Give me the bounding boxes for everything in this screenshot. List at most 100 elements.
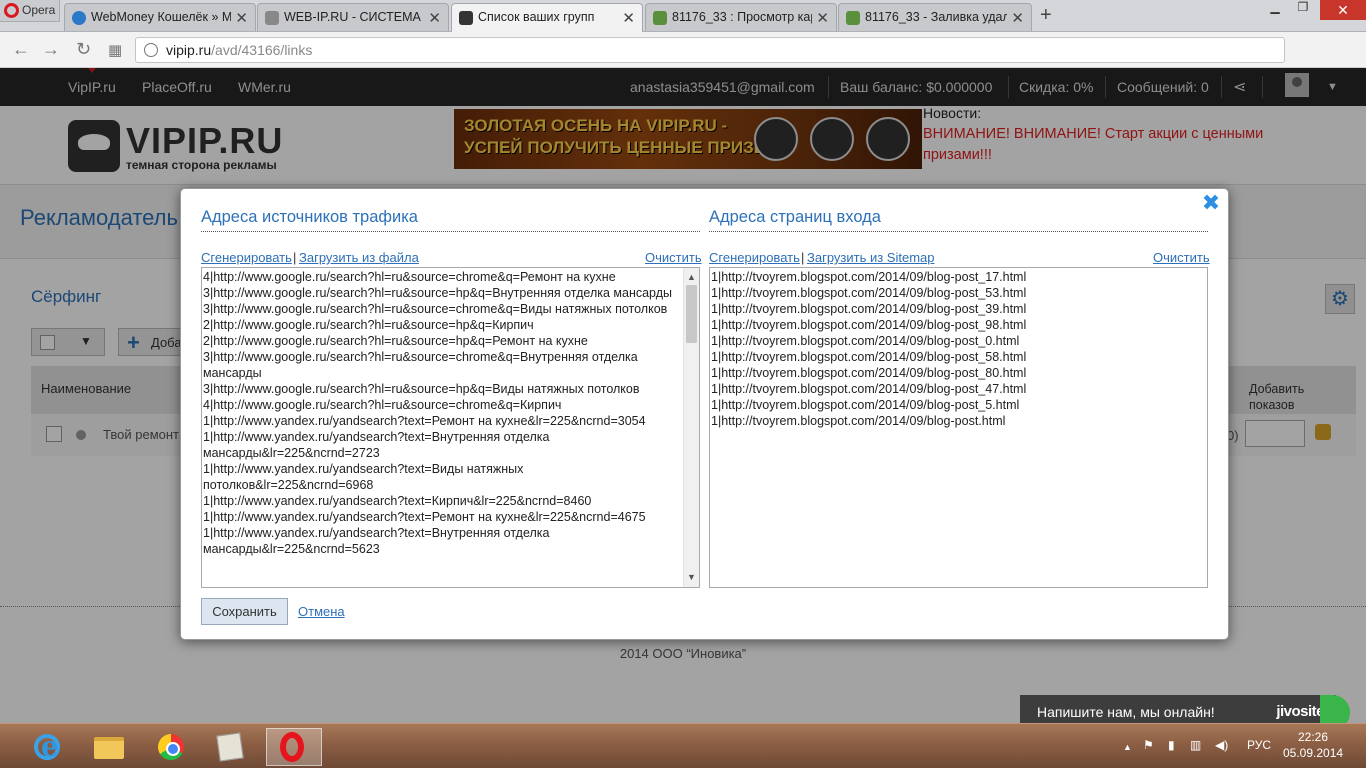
close-tab-icon[interactable]: ✕ <box>235 9 248 27</box>
windows-taskbar: ▲ ⚑ ▮ ▥ ◀) РУС 22:26 05.09.2014 <box>0 723 1366 768</box>
vipip-favicon-icon <box>459 11 473 25</box>
url-line: 3|http://www.google.ru/search?hl=ru&sour… <box>203 382 640 396</box>
clock-date: 05.09.2014 <box>1283 746 1344 760</box>
keyboard-language[interactable]: РУС <box>1247 738 1271 752</box>
url-line: 1|http://www.yandex.ru/yandsearch?text=Р… <box>203 414 646 428</box>
entry-pages-title: Адреса страниц входа <box>709 208 881 226</box>
title-underline <box>709 231 1208 232</box>
url-line: 1|http://tvoyrem.blogspot.com/2014/09/bl… <box>711 302 1027 316</box>
clear-entries-link[interactable]: Очистить <box>1153 250 1210 265</box>
back-icon[interactable]: ← <box>12 39 30 60</box>
opera-menu-label: Opera <box>22 3 56 17</box>
address-bar-area: ← → ↻ ▦ vipip.ru/avd/43166/links ♥ ⬇ <box>0 32 1366 92</box>
scroll-down-icon[interactable]: ▼ <box>687 569 696 585</box>
tab-group-list[interactable]: Список ваших групп ✕ <box>451 3 643 32</box>
tab-title: WEB-IP.RU - СИСТЕМА АКТ <box>284 10 424 24</box>
url-line: 1|http://tvoyrem.blogspot.com/2014/09/bl… <box>711 350 1027 364</box>
system-clock[interactable]: 22:26 05.09.2014 <box>1283 729 1343 761</box>
url-line: 1|http://www.yandex.ru/yandsearch?text=В… <box>203 462 524 492</box>
reload-icon[interactable]: ↻ <box>76 39 91 60</box>
cancel-link[interactable]: Отмена <box>298 604 345 619</box>
url-line: 3|http://www.google.ru/search?hl=ru&sour… <box>203 350 638 380</box>
chrome-icon <box>158 734 184 760</box>
save-button[interactable]: Сохранить <box>201 598 288 625</box>
taskbar-opera[interactable] <box>266 728 322 766</box>
folder-icon <box>94 737 124 759</box>
url-line: 1|http://tvoyrem.blogspot.com/2014/09/bl… <box>711 366 1027 380</box>
scroll-up-icon[interactable]: ▲ <box>687 269 696 285</box>
url-line: 1|http://tvoyrem.blogspot.com/2014/09/bl… <box>711 286 1027 300</box>
url-line: 1|http://www.yandex.ru/yandsearch?text=К… <box>203 494 592 508</box>
network-icon[interactable]: ▥ <box>1190 738 1201 752</box>
new-tab-button[interactable]: + <box>1040 4 1052 27</box>
url-line: 1|http://tvoyrem.blogspot.com/2014/09/bl… <box>711 270 1027 284</box>
url-line: 4|http://www.google.ru/search?hl=ru&sour… <box>203 398 562 412</box>
close-tab-icon[interactable]: ✕ <box>816 9 829 27</box>
browser-tab-strip: Opera WebMoney Кошелёк » Мо ✕ WEB-IP.RU … <box>0 0 1366 32</box>
taskbar-chrome[interactable] <box>144 728 194 766</box>
url-line: 1|http://tvoyrem.blogspot.com/2014/09/bl… <box>711 334 1020 348</box>
speed-dial-icon[interactable]: ▦ <box>108 41 122 59</box>
url-line: 1|http://tvoyrem.blogspot.com/2014/09/bl… <box>711 318 1027 332</box>
site-favicon-icon <box>846 11 860 25</box>
scrollbar[interactable]: ▲ ▼ <box>683 268 699 587</box>
window-close-button[interactable]: ✕ <box>1320 0 1366 20</box>
taskbar-paint[interactable] <box>204 728 254 766</box>
tab-card-view[interactable]: 81176_33 : Просмотр карт ✕ <box>645 3 837 31</box>
close-tab-icon[interactable]: ✕ <box>622 9 635 27</box>
internet-explorer-icon <box>34 730 60 763</box>
link-separator: | <box>293 250 297 265</box>
chat-brand: jivosite <box>1276 703 1324 720</box>
restore-button[interactable]: ❐ <box>1290 0 1316 20</box>
url-host: vipip.ru <box>166 42 212 58</box>
clear-sources-link[interactable]: Очистить <box>645 250 702 265</box>
flag-icon[interactable]: ⚑ <box>1143 738 1154 752</box>
globe-icon <box>72 11 86 25</box>
minimize-button[interactable]: ▁ <box>1262 0 1288 20</box>
links-dialog: ✖ Адреса источников трафика Сгенерироват… <box>180 188 1229 640</box>
url-line: 3|http://www.google.ru/search?hl=ru&sour… <box>203 286 673 300</box>
traffic-sources-title: Адреса источников трафика <box>201 208 418 226</box>
scroll-thumb[interactable] <box>686 285 697 343</box>
url-line: 1|http://www.yandex.ru/yandsearch?text=В… <box>203 430 550 460</box>
tray-expand-icon[interactable]: ▲ <box>1123 742 1132 752</box>
url-line: 1|http://www.yandex.ru/yandsearch?text=В… <box>203 526 550 556</box>
url-path: /avd/43166/links <box>211 42 313 58</box>
battery-icon[interactable]: ▮ <box>1168 738 1175 752</box>
forward-icon[interactable]: → <box>42 39 60 60</box>
opera-logo-icon <box>4 3 19 18</box>
close-tab-icon[interactable]: ✕ <box>428 9 441 27</box>
url-line: 4|http://www.google.ru/search?hl=ru&sour… <box>203 270 616 284</box>
sources-list: 4|http://www.google.ru/search?hl=ru&sour… <box>203 269 681 557</box>
upload-file-link[interactable]: Загрузить из файла <box>299 250 419 265</box>
tab-remote-upload[interactable]: 81176_33 - Заливка удалё ✕ <box>838 3 1032 31</box>
site-favicon-icon <box>265 11 279 25</box>
traffic-sources-textarea[interactable]: 4|http://www.google.ru/search?hl=ru&sour… <box>201 267 700 588</box>
opera-menu-button[interactable]: Opera <box>0 0 60 22</box>
opera-icon <box>280 732 304 762</box>
generate-sources-link[interactable]: Сгенерировать <box>201 250 292 265</box>
site-info-icon[interactable] <box>144 43 158 57</box>
site-favicon-icon <box>653 11 667 25</box>
tab-webmoney[interactable]: WebMoney Кошелёк » Мо ✕ <box>64 3 256 31</box>
taskbar-ie[interactable] <box>20 728 70 766</box>
link-separator: | <box>801 250 805 265</box>
chat-label: Напишите нам, мы онлайн! <box>1037 704 1215 720</box>
title-underline <box>201 231 700 232</box>
entry-pages-textarea[interactable]: 1|http://tvoyrem.blogspot.com/2014/09/bl… <box>709 267 1208 588</box>
close-tab-icon[interactable]: ✕ <box>1011 9 1024 27</box>
tab-title: WebMoney Кошелёк » Мо <box>91 10 231 24</box>
entries-list: 1|http://tvoyrem.blogspot.com/2014/09/bl… <box>711 269 1206 429</box>
url-line: 1|http://www.yandex.ru/yandsearch?text=Р… <box>203 510 646 524</box>
generate-entries-link[interactable]: Сгенерировать <box>709 250 800 265</box>
clock-time: 22:26 <box>1297 730 1329 744</box>
tab-title: Список ваших групп <box>478 10 595 24</box>
taskbar-explorer[interactable] <box>82 728 132 766</box>
upload-sitemap-link[interactable]: Загрузить из Sitemap <box>807 250 935 265</box>
tab-title: 81176_33 - Заливка удалё <box>865 10 1007 24</box>
tab-web-ip[interactable]: WEB-IP.RU - СИСТЕМА АКТ ✕ <box>257 3 449 31</box>
url-line: 1|http://tvoyrem.blogspot.com/2014/09/bl… <box>711 382 1027 396</box>
volume-icon[interactable]: ◀) <box>1215 738 1228 752</box>
close-icon[interactable]: ✖ <box>1201 192 1221 214</box>
url-input[interactable]: vipip.ru/avd/43166/links <box>135 37 1285 63</box>
